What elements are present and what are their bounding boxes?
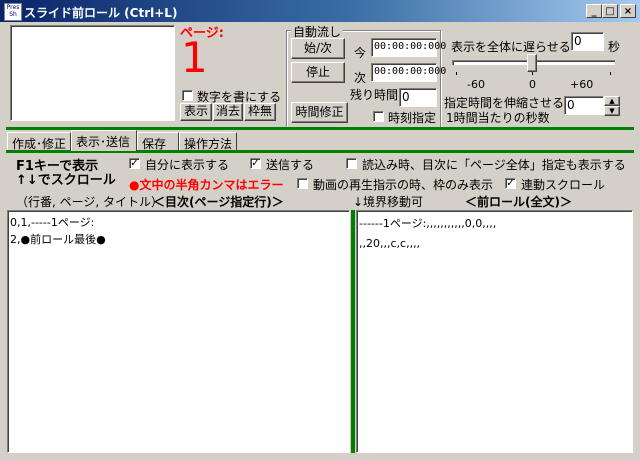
stretch-down-arrow-icon[interactable]: ▼ [604,106,620,116]
delay-label: 表示を全体に遅らせる [451,40,571,54]
send-label: 送信する [266,158,315,172]
delay-unit: 秒 [608,40,621,54]
remaining-field[interactable]: 0 [399,88,437,107]
slider-tick [532,72,533,75]
toc-line: 2,●前ロール最後● [10,233,106,246]
auto-show-checkbox[interactable]: ✓ [129,158,140,169]
time-specify-checkbox[interactable] [373,111,384,122]
full-text-header: ＜前ロール(全文)＞ [465,195,572,209]
toc-line: 0,1,-----1ページ: [10,216,95,229]
full-text-line: ------1ページ:,,,,,,,,,,,0,0,,,, [359,217,497,230]
slider-tick-label: -60 [467,78,485,91]
show-toc-on-load-label: 読込み時、目次に「ページ全体」指定も表示する [362,158,626,172]
show-button[interactable]: 表示 [180,103,212,121]
start-next-button[interactable]: 始/次 [291,38,345,59]
toc-textarea[interactable]: 0,1,-----1ページ: 2,●前ロール最後● [7,210,350,453]
time-fix-button[interactable]: 時間修正 [291,102,348,123]
stretch-up-arrow-icon[interactable]: ▲ [604,96,620,106]
border-move-hint: ↓境界移動可 [353,195,424,209]
auto-show-label: 自分に表示する [145,158,230,172]
write-number-checkbox[interactable] [182,90,193,101]
slider-tick [610,72,611,75]
erase-button[interactable]: 消去 [213,103,243,121]
tab-create-edit[interactable]: 作成･修正 [7,132,71,151]
stretch-field[interactable]: 0 [564,96,604,115]
stop-button[interactable]: 停止 [291,62,345,83]
next-label: 次 [354,71,367,85]
splitter-handle[interactable] [351,210,355,453]
tab-how-to[interactable]: 操作方法 [179,132,237,151]
slider-tick [456,72,457,75]
full-text-textarea[interactable]: ------1ページ:,,,,,,,,,,,0,0,,,, ,,20,,,c,c… [356,210,633,453]
remaining-label: 残り時間 [350,88,399,102]
now-time-field[interactable]: 00:00:00:000 [371,38,446,57]
linked-scroll-checkbox[interactable]: ✓ [505,178,516,189]
frame-only-label: 動画の再生指示の時、枠のみ表示 [313,178,494,192]
slider-tick-label: +60 [570,78,594,91]
toc-header: ＜目次(ページ指定行)＞ [153,195,284,209]
page-number: 1 [181,33,208,82]
frame-off-button[interactable]: 枠無 [244,103,276,121]
delay-slider-thumb[interactable] [527,54,537,72]
show-toc-on-load-checkbox[interactable] [346,158,357,169]
left-caption: （行番, ページ, タイトル） [16,195,164,209]
close-button[interactable]: × [620,4,636,18]
delay-field[interactable]: 0 [571,32,604,51]
window-title: スライド前ロール (Ctrl+L) [24,6,178,20]
time-specify-label: 時刻指定 [388,111,437,125]
full-text-line: ,,20,,,c,c,,,, [359,237,421,250]
slider-tick-label: 0 [529,78,536,91]
now-label: 今 [354,46,367,60]
tab-save[interactable]: 保存 [137,132,179,151]
frame-only-checkbox[interactable] [297,178,308,189]
minimize-button[interactable]: _ [586,4,602,18]
slide-preview[interactable] [10,25,175,121]
maximize-button[interactable]: □ [602,4,618,18]
send-checkbox[interactable]: ✓ [250,158,261,169]
next-time-field[interactable]: 00:00:00:000 [371,63,446,82]
comma-error-warning: ●文中の半角カンマはエラー [129,178,284,192]
app-icon[interactable]: Pres Sh [4,3,22,21]
linked-scroll-label: 連動スクロール [521,178,606,192]
tab-display-send[interactable]: 表示･送信 [71,130,137,151]
stretch-label-2: 1時間当たりの秒数 [446,111,550,125]
f1-hint-line2: ↑↓でスクロール [16,173,116,188]
